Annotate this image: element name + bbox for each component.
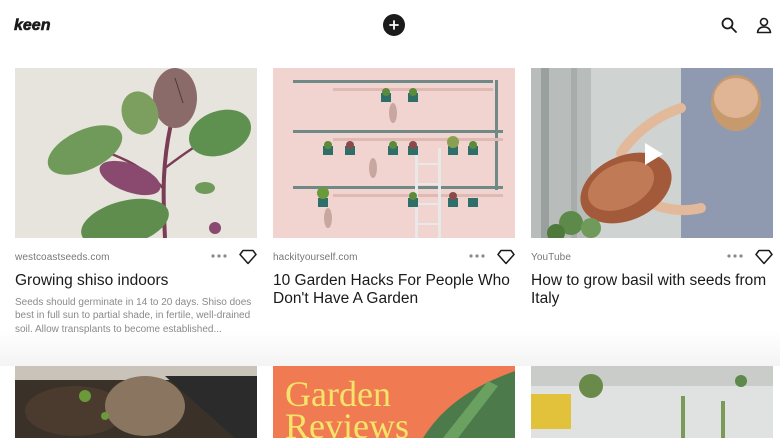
garden-reviews-cover: Garden Reviews bbox=[273, 366, 515, 438]
card-title[interactable]: 10 Garden Hacks For People Who Don't Hav… bbox=[273, 272, 515, 307]
wall-planters-photo bbox=[273, 68, 515, 238]
top-bar: keen bbox=[0, 0, 780, 50]
svg-text:keen: keen bbox=[14, 17, 51, 34]
shiso-illustration bbox=[15, 68, 257, 238]
card-description: Seeds should germinate in 14 to 20 days.… bbox=[15, 296, 252, 335]
plus-icon bbox=[389, 20, 399, 30]
card-image-shiso[interactable] bbox=[15, 68, 257, 238]
card-meta: YouTube bbox=[531, 246, 773, 268]
card-image-soil[interactable] bbox=[15, 366, 257, 438]
card-image-basil[interactable] bbox=[531, 68, 773, 238]
card-garden-hacks[interactable]: hackityourself.com 10 Garden Hacks For P… bbox=[273, 68, 515, 307]
user-icon[interactable] bbox=[755, 16, 773, 34]
search-icon[interactable] bbox=[720, 16, 738, 34]
gem-save-icon[interactable] bbox=[239, 249, 257, 265]
gem-save-icon[interactable] bbox=[755, 249, 773, 265]
source-label: westcoastseeds.com bbox=[15, 252, 110, 263]
pots-photo bbox=[531, 366, 773, 438]
card-image-garden-reviews[interactable]: Garden Reviews bbox=[273, 366, 515, 438]
source-label: YouTube bbox=[531, 252, 571, 263]
source-label: hackityourself.com bbox=[273, 252, 358, 263]
soil-photo bbox=[15, 366, 257, 438]
more-options-icon[interactable] bbox=[727, 253, 743, 259]
card-image-garden-hacks[interactable] bbox=[273, 68, 515, 238]
more-options-icon[interactable] bbox=[469, 253, 485, 259]
keen-logo[interactable]: keen bbox=[14, 15, 52, 35]
card-meta: hackityourself.com bbox=[273, 246, 515, 268]
play-icon[interactable] bbox=[643, 141, 665, 167]
card-basil-video[interactable]: YouTube How to grow basil with seeds fro… bbox=[531, 68, 773, 307]
gem-save-icon[interactable] bbox=[497, 249, 515, 265]
card-meta: westcoastseeds.com bbox=[15, 246, 257, 268]
card-shiso[interactable]: westcoastseeds.com Growing shiso indoors… bbox=[15, 68, 257, 336]
svg-text:Reviews: Reviews bbox=[285, 406, 409, 438]
card-title[interactable]: Growing shiso indoors bbox=[15, 272, 257, 290]
card-image-pots[interactable] bbox=[531, 366, 773, 438]
more-options-icon[interactable] bbox=[211, 253, 227, 259]
add-button[interactable] bbox=[383, 14, 405, 36]
card-title[interactable]: How to grow basil with seeds from Italy bbox=[531, 272, 773, 307]
